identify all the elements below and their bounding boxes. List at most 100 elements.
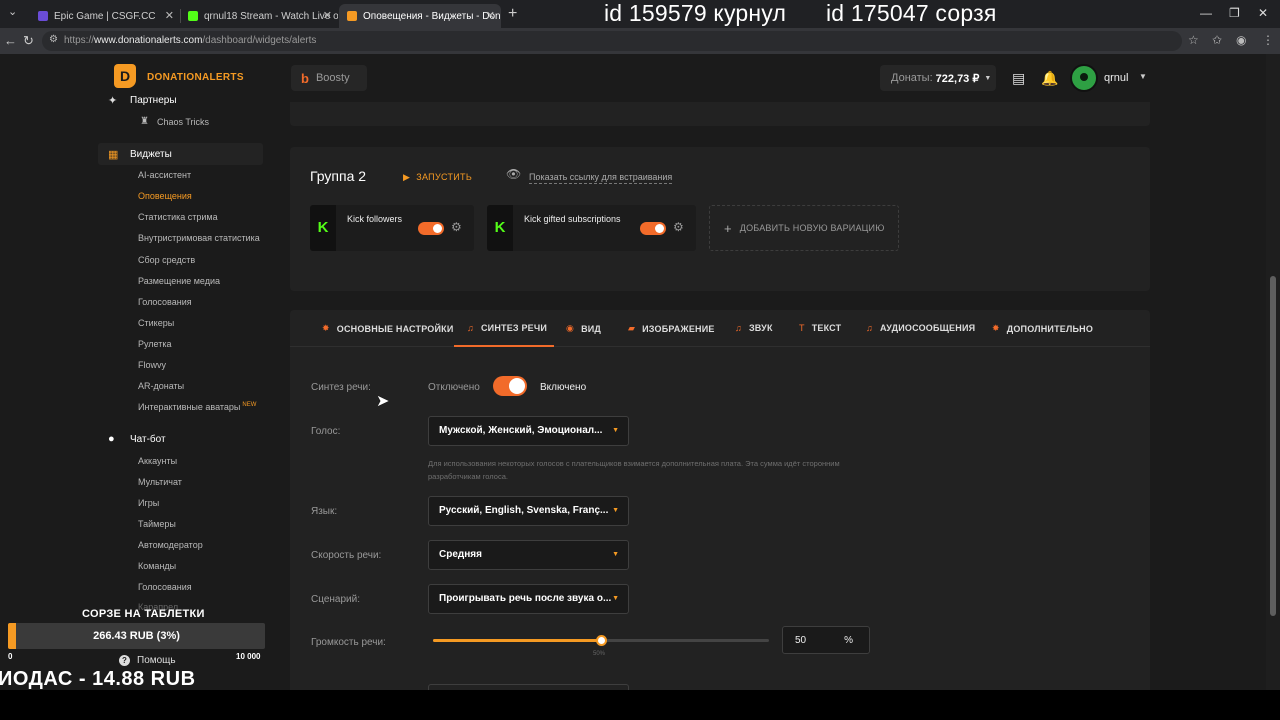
- favorites-icon[interactable]: ✩: [1212, 33, 1222, 47]
- launch-button[interactable]: ▶ ЗАПУСТИТЬ: [403, 172, 472, 183]
- news-icon[interactable]: ▤: [1012, 70, 1025, 87]
- browser-tab-3[interactable]: Оповещения - Виджеты - Donati ✕: [339, 4, 501, 28]
- close-tab-icon[interactable]: ✕: [486, 9, 495, 22]
- variation-toggle[interactable]: [640, 222, 666, 235]
- sidebar-item-polls[interactable]: Голосования: [138, 297, 192, 307]
- tab-text[interactable]: T ТЕКСТ: [799, 323, 841, 333]
- profile-icon[interactable]: ◉: [1236, 33, 1246, 47]
- sidebar-item-timers[interactable]: Таймеры: [138, 519, 176, 529]
- gear-icon[interactable]: ⚙: [451, 220, 462, 234]
- gear-icon[interactable]: ⚙: [673, 220, 684, 234]
- sidebar-item-media[interactable]: Размещение медиа: [138, 276, 220, 286]
- menu-dots-icon[interactable]: ⋮: [1262, 33, 1274, 47]
- add-variation-label: ДОБАВИТЬ НОВУЮ ВАРИАЦИЮ: [739, 223, 885, 233]
- address-bar: ← ↻ ⚙ https://www.donationalerts.com/das…: [0, 28, 1280, 54]
- browser-tab-1[interactable]: Epic Game | CSGF.CC ✕: [30, 4, 180, 28]
- chevron-down-icon[interactable]: ▼: [1139, 72, 1147, 81]
- caret-down-icon: ▼: [612, 427, 619, 434]
- new-tab-icon[interactable]: +: [508, 5, 517, 23]
- username[interactable]: qrnul: [1104, 72, 1128, 84]
- tab-label: СИНТЕЗ РЕЧИ: [480, 323, 548, 333]
- donats-dropdown[interactable]: Донаты: 722,73 ₽ ▼: [880, 65, 996, 91]
- csgf-favicon-icon: [38, 11, 48, 21]
- volume-label: Громкость речи:: [311, 637, 386, 648]
- boosty-button[interactable]: b Boosty: [291, 65, 367, 91]
- sidebar-partners[interactable]: ✦ Партнеры: [108, 94, 177, 107]
- tab-view[interactable]: ◉ ВИД: [566, 323, 601, 334]
- minimize-icon[interactable]: —: [1200, 6, 1212, 20]
- tab-basic-settings[interactable]: ✸ ОСНОВНЫЕ НАСТРОЙКИ: [322, 323, 454, 334]
- tab-speech-synthesis[interactable]: ♫ СИНТЕЗ РЕЧИ: [467, 323, 547, 333]
- browser-tab-2[interactable]: qrnul18 Stream - Watch Live on Ki ✕: [180, 4, 338, 28]
- embed-link[interactable]: Показать ссылку для встраивания: [529, 172, 673, 184]
- tab-label: ВИД: [581, 323, 602, 334]
- sidebar-item-alerts[interactable]: Оповещения: [138, 191, 192, 201]
- language-select[interactable]: Русский, English, Svenska, Franç... ▼: [428, 496, 629, 526]
- tab-label: ДОПОЛНИТЕЛЬНО: [1006, 323, 1094, 334]
- sidebar-chatbot[interactable]: ● Чат-бот: [108, 433, 166, 445]
- sidebar-item-roulette[interactable]: Рулетка: [138, 339, 172, 349]
- volume-slider-handle[interactable]: [596, 635, 607, 646]
- sidebar-item-flowvy[interactable]: Flowvy: [138, 360, 166, 370]
- speed-select[interactable]: Средняя ▼: [428, 540, 629, 570]
- sidebar-widgets[interactable]: ▦ Виджеты: [98, 143, 263, 165]
- volume-input[interactable]: 50 %: [782, 626, 870, 654]
- sidebar-item-label: Chaos Tricks: [156, 116, 209, 127]
- page-scrollbar[interactable]: [1266, 54, 1280, 720]
- browser-tab-bar: ⌄ Epic Game | CSGF.CC ✕ qrnul18 Stream -…: [0, 0, 1280, 28]
- close-tab-icon[interactable]: ✕: [165, 9, 174, 22]
- tab-list-chevron-icon[interactable]: ⌄: [8, 5, 17, 18]
- maximize-icon[interactable]: ❐: [1229, 6, 1240, 20]
- settings-tabs: ✸ ОСНОВНЫЕ НАСТРОЙКИ ♫ СИНТЕЗ РЕЧИ ◉ ВИД ▰ И…: [290, 310, 1150, 347]
- settings-card: ✸ ОСНОВНЫЕ НАСТРОЙКИ ♫ СИНТЕЗ РЕЧИ ◉ ВИД ▰ И…: [290, 310, 1150, 720]
- close-tab-icon[interactable]: ✕: [323, 9, 332, 22]
- voice-select[interactable]: Мужской, Женский, Эмоционал... ▼: [428, 416, 629, 446]
- variation-toggle[interactable]: [418, 222, 444, 235]
- add-variation-button[interactable]: + ДОБАВИТЬ НОВУЮ ВАРИАЦИЮ: [709, 205, 899, 251]
- sidebar-item-ar-donats[interactable]: AR-донаты: [138, 381, 184, 391]
- sidebar-item-ai-assistant[interactable]: AI-ассистент: [138, 170, 191, 180]
- variation-card[interactable]: K Kick followers ⚙: [310, 205, 474, 251]
- sidebar-item-chaos-tricks[interactable]: ♜ Chaos Tricks: [140, 116, 209, 127]
- donationalerts-logo-icon[interactable]: D: [114, 64, 136, 88]
- tab-label: ЗВУК: [748, 323, 773, 333]
- close-window-icon[interactable]: ✕: [1258, 6, 1268, 20]
- sidebar: ✦ Партнеры ♜ Chaos Tricks ▦ Виджеты AI-а…: [98, 95, 276, 712]
- sidebar-item-help[interactable]: ? Помощь: [119, 655, 176, 666]
- tab-sound[interactable]: ♫ ЗВУК: [735, 323, 773, 333]
- scenario-select[interactable]: Проигрывать речь после звука о... ▼: [428, 584, 629, 614]
- logo-text[interactable]: DONATIONALERTS: [147, 72, 244, 83]
- back-icon[interactable]: ←: [4, 33, 17, 48]
- volume-slider[interactable]: [433, 635, 769, 646]
- goal-max: 10 000: [236, 652, 261, 661]
- sidebar-item-fundraising[interactable]: Сбор средств: [138, 255, 195, 265]
- scrollbar-thumb[interactable]: [1270, 276, 1276, 616]
- tab-audio-messages[interactable]: ♫ АУДИОСООБЩЕНИЯ: [866, 323, 975, 333]
- music-note-icon: ♫: [866, 323, 873, 333]
- tab-additional[interactable]: ✸ ДОПОЛНИТЕЛЬНО: [992, 323, 1093, 334]
- sidebar-item-instream-stats[interactable]: Внутристримовая статистика: [138, 233, 260, 243]
- bookmark-star-icon[interactable]: ☆: [1188, 33, 1199, 47]
- sidebar-item-games[interactable]: Игры: [138, 498, 159, 508]
- sidebar-item-accounts[interactable]: Аккаунты: [138, 456, 177, 466]
- sidebar-item-stream-stats[interactable]: Статистика стрима: [138, 212, 218, 222]
- avatar[interactable]: [1070, 64, 1098, 92]
- bell-icon[interactable]: 🔔: [1041, 70, 1058, 87]
- variation-card[interactable]: K Kick gifted subscriptions ⚙: [487, 205, 696, 251]
- sidebar-item-stickers[interactable]: Стикеры: [138, 318, 174, 328]
- sidebar-item-chat-polls[interactable]: Голосования: [138, 582, 192, 592]
- reload-icon[interactable]: ↻: [23, 33, 34, 49]
- sidebar-item-interactive-avatars[interactable]: Интерактивные аватары NEW: [138, 402, 256, 412]
- tab-title: Оповещения - Виджеты - Donati: [363, 10, 501, 22]
- sidebar-item-commands[interactable]: Команды: [138, 561, 176, 571]
- tab-image[interactable]: ▰ ИЗОБРАЖЕНИЕ: [628, 323, 715, 334]
- donationalerts-favicon-icon: [347, 11, 357, 21]
- tts-toggle[interactable]: [493, 376, 527, 396]
- site-info-icon[interactable]: ⚙: [49, 34, 58, 45]
- speed-label: Скорость речи:: [311, 550, 382, 561]
- url-field[interactable]: ⚙ https://www.donationalerts.com/dashboa…: [42, 31, 1199, 51]
- group-card: Группа 2 ▶ ЗАПУСТИТЬ 👁 Показать ссылку дл…: [290, 147, 1150, 291]
- sidebar-item-multichat[interactable]: Мультичат: [138, 477, 182, 487]
- sidebar-item-automoderator[interactable]: Автомодератор: [138, 540, 203, 550]
- url-host: www.donationalerts.com: [94, 35, 203, 46]
